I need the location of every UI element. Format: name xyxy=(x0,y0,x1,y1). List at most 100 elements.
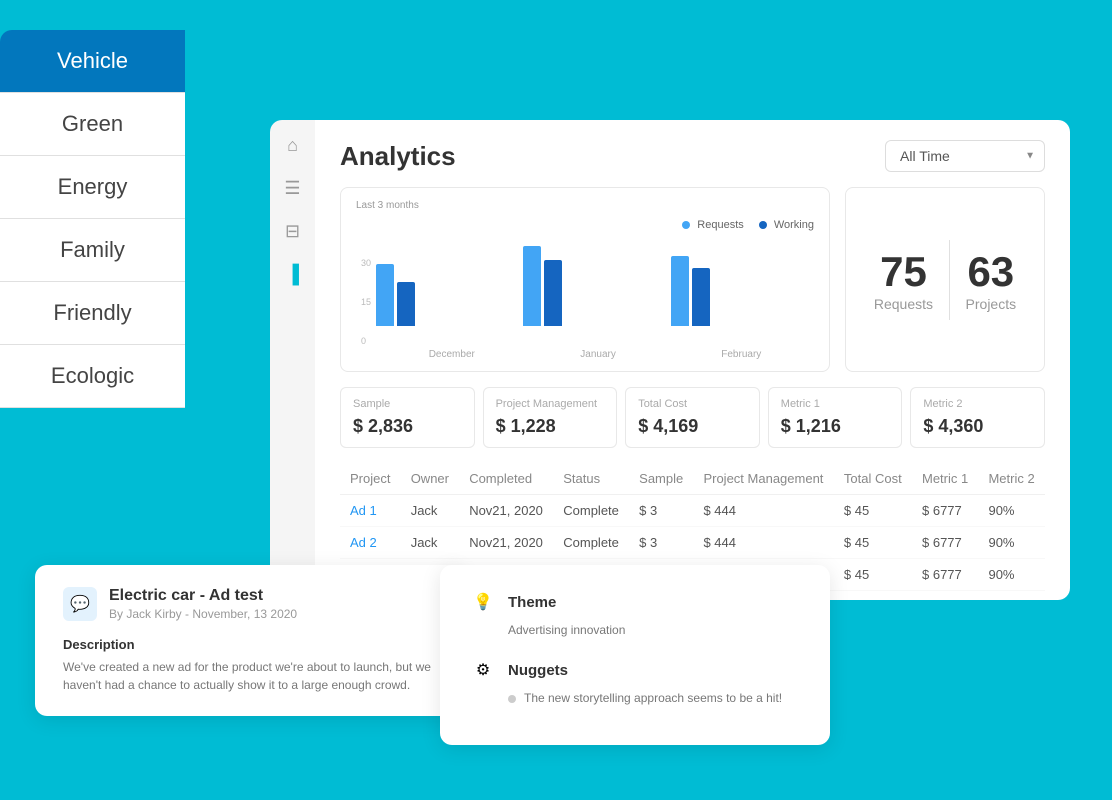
page-title: Analytics xyxy=(340,141,456,172)
theme-value: Advertising innovation xyxy=(508,623,802,637)
nuggets-icon: ⚙ xyxy=(468,655,498,685)
nugget-item: The new storytelling approach seems to b… xyxy=(508,691,802,705)
projects-label: Projects xyxy=(966,296,1017,312)
metric-value-pm: $ 1,228 xyxy=(496,416,605,437)
nuggets-header: ⚙ Nuggets xyxy=(468,655,802,685)
col-status: Status xyxy=(553,463,629,495)
projects-count: 63 xyxy=(966,248,1017,296)
analytics-header: Analytics All Time Last Month Last Week … xyxy=(340,140,1045,172)
metric-card-m2: Metric 2 $ 4,360 xyxy=(910,387,1045,448)
requests-stat: 75 Requests xyxy=(874,248,933,312)
row1-status: Complete xyxy=(553,495,629,527)
sidebar-item-family[interactable]: Family xyxy=(0,219,185,282)
row2-completed: Nov21, 2020 xyxy=(459,527,553,559)
bar-chart xyxy=(376,236,814,346)
time-filter-select[interactable]: All Time Last Month Last Week Today xyxy=(885,140,1045,172)
metric-label-sample: Sample xyxy=(353,398,462,410)
row1-owner: Jack xyxy=(401,495,460,527)
bar-february-working xyxy=(692,268,710,326)
analytics-area: Analytics All Time Last Month Last Week … xyxy=(315,120,1070,600)
detail-header: 💬 Electric car - Ad test By Jack Kirby -… xyxy=(63,587,437,621)
sidebar-item-vehicle[interactable]: Vehicle xyxy=(0,30,185,93)
metric-label-m2: Metric 2 xyxy=(923,398,1032,410)
chart-label: Last 3 months xyxy=(356,200,814,211)
row2-sample: $ 3 xyxy=(629,527,693,559)
col-sample: Sample xyxy=(629,463,693,495)
bar-january-working xyxy=(544,260,562,326)
bar-group-january xyxy=(523,246,666,326)
row2-owner: Jack xyxy=(401,527,460,559)
sidebar-item-green[interactable]: Green xyxy=(0,93,185,156)
x-labels: December January February xyxy=(376,349,814,360)
nugget-text: The new storytelling approach seems to b… xyxy=(524,691,782,705)
theme-label: Theme xyxy=(508,594,556,611)
row3-m2: 90% xyxy=(978,559,1045,591)
row1-project[interactable]: Ad 1 xyxy=(340,495,401,527)
time-filter-wrap: All Time Last Month Last Week Today xyxy=(885,140,1045,172)
metric-value-total: $ 4,169 xyxy=(638,416,747,437)
y-axis: 30 15 0 xyxy=(361,258,371,346)
chart-legend: Requests Working xyxy=(356,219,814,231)
nuggets-section: ⚙ Nuggets The new storytelling approach … xyxy=(468,655,802,705)
metric-value-m1: $ 1,216 xyxy=(781,416,890,437)
requests-legend: Requests xyxy=(682,219,744,231)
requests-count: 75 xyxy=(874,248,933,296)
requests-label: Requests xyxy=(874,296,933,312)
col-m1: Metric 1 xyxy=(912,463,978,495)
col-owner: Owner xyxy=(401,463,460,495)
row2-total: $ 45 xyxy=(834,527,912,559)
metric-card-pm: Project Management $ 1,228 xyxy=(483,387,618,448)
home-icon[interactable]: ⌂ xyxy=(287,135,298,156)
row1-m1: $ 6777 xyxy=(912,495,978,527)
sidebar-item-energy[interactable]: Energy xyxy=(0,156,185,219)
row1-pm: $ 444 xyxy=(693,495,833,527)
theme-icon: 💡 xyxy=(468,587,498,617)
metric-card-m1: Metric 1 $ 1,216 xyxy=(768,387,903,448)
row2-project[interactable]: Ad 2 xyxy=(340,527,401,559)
table-row: Ad 2 Jack Nov21, 2020 Complete $ 3 $ 444… xyxy=(340,527,1045,559)
description-label: Description xyxy=(63,637,437,652)
metric-label-m1: Metric 1 xyxy=(781,398,890,410)
row1-m2: 90% xyxy=(978,495,1045,527)
detail-right-card: 💡 Theme Advertising innovation ⚙ Nuggets… xyxy=(440,565,830,745)
bar-group-december xyxy=(376,264,519,326)
metrics-row: Sample $ 2,836 Project Management $ 1,22… xyxy=(340,387,1045,448)
bar-february-requests xyxy=(671,256,689,326)
metric-card-total: Total Cost $ 4,169 xyxy=(625,387,760,448)
list-icon[interactable]: ☰ xyxy=(284,178,300,199)
bar-december-working xyxy=(397,282,415,326)
detail-title: Electric car - Ad test xyxy=(109,587,297,605)
stats-box: 75 Requests 63 Projects xyxy=(845,187,1045,372)
metric-label-pm: Project Management xyxy=(496,398,605,410)
row2-pm: $ 444 xyxy=(693,527,833,559)
row2-m1: $ 6777 xyxy=(912,527,978,559)
col-pm: Project Management xyxy=(693,463,833,495)
col-total: Total Cost xyxy=(834,463,912,495)
col-m2: Metric 2 xyxy=(978,463,1045,495)
sidebar-item-ecologic[interactable]: Ecologic xyxy=(0,345,185,408)
chart-stats-row: Last 3 months Requests Working 30 15 0 xyxy=(340,187,1045,372)
row2-m2: 90% xyxy=(978,527,1045,559)
chart-icon[interactable]: ▐ xyxy=(286,264,299,285)
theme-section: 💡 Theme Advertising innovation xyxy=(468,587,802,637)
requests-dot xyxy=(682,221,690,229)
bookmark-icon[interactable]: ⊟ xyxy=(285,221,300,242)
detail-info: Electric car - Ad test By Jack Kirby - N… xyxy=(109,587,297,621)
inner-sidebar: ⌂ ☰ ⊟ ▐ xyxy=(270,120,315,600)
row2-status: Complete xyxy=(553,527,629,559)
row3-total: $ 45 xyxy=(834,559,912,591)
metric-label-total: Total Cost xyxy=(638,398,747,410)
sidebar-nav: Vehicle Green Energy Family Friendly Eco… xyxy=(0,30,185,408)
nugget-dot xyxy=(508,695,516,703)
row1-total: $ 45 xyxy=(834,495,912,527)
detail-subtitle: By Jack Kirby - November, 13 2020 xyxy=(109,607,297,621)
theme-header: 💡 Theme xyxy=(468,587,802,617)
projects-stat: 63 Projects xyxy=(966,248,1017,312)
metric-value-sample: $ 2,836 xyxy=(353,416,462,437)
col-project: Project xyxy=(340,463,401,495)
bar-january-requests xyxy=(523,246,541,326)
row1-sample: $ 3 xyxy=(629,495,693,527)
bar-group-february xyxy=(671,256,814,326)
working-dot xyxy=(759,221,767,229)
sidebar-item-friendly[interactable]: Friendly xyxy=(0,282,185,345)
